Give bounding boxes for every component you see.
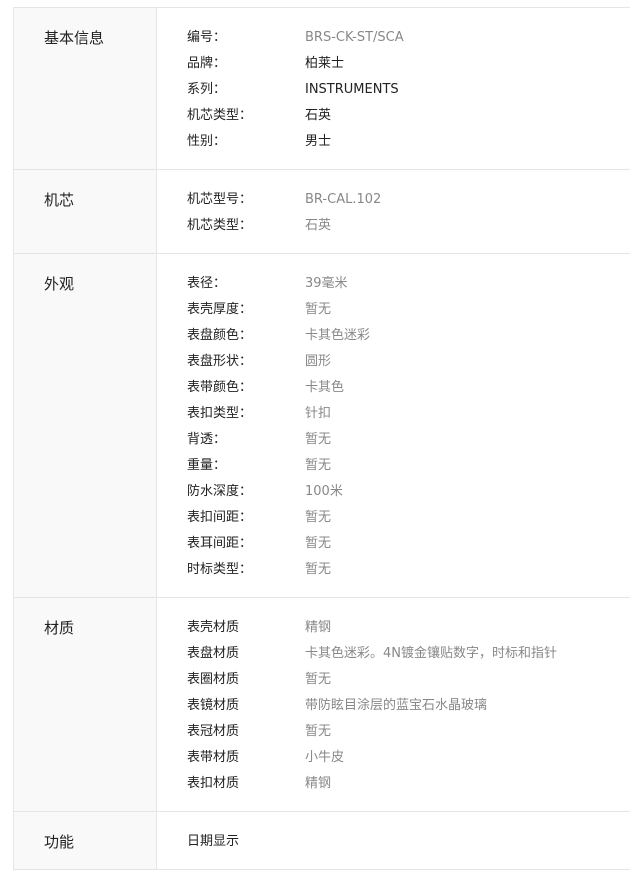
section-title: 机芯 bbox=[14, 170, 157, 253]
spec-label: 表盘材质 bbox=[187, 646, 240, 661]
spec-row: 性别： 男士 bbox=[187, 129, 630, 155]
section-body: 机芯型号： BR-CAL.102 机芯类型： 石英 bbox=[157, 170, 630, 253]
spec-label: 表径： bbox=[187, 276, 227, 291]
spec-section: 机芯 机芯型号： BR-CAL.102 机芯类型： 石英 bbox=[14, 170, 630, 254]
spec-row: 表扣间距： 暂无 bbox=[187, 505, 630, 531]
spec-label: 表冠材质 bbox=[187, 724, 240, 739]
spec-value: 暂无 bbox=[305, 536, 332, 551]
spec-row: 机芯类型： 石英 bbox=[187, 213, 630, 239]
spec-section: 外观 表径： 39毫米 表壳厚度： 暂无 表盘颜色： 卡其色迷彩 表盘形状： 圆形 表带颜色： 卡其… bbox=[14, 254, 630, 598]
section-body: 表壳材质 精钢 表盘材质 卡其色迷彩。4N镀金镶贴数字，时标和指针 表圈材质 暂无 表镜材质… bbox=[157, 598, 630, 811]
spec-value: 男士 bbox=[305, 134, 332, 149]
spec-label: 防水深度： bbox=[187, 484, 253, 499]
spec-value: 带防眩目涂层的蓝宝石水晶玻璃 bbox=[305, 698, 488, 713]
spec-label: 表壳材质 bbox=[187, 620, 240, 635]
spec-row: 编号： BRS-CK-ST/SCA bbox=[187, 25, 630, 51]
spec-row: 表带材质 小牛皮 bbox=[187, 745, 630, 771]
spec-row: 表耳间距： 暂无 bbox=[187, 531, 630, 557]
spec-section: 基本信息 编号： BRS-CK-ST/SCA 品牌： 柏莱士系列： INSTRUMENTS… bbox=[14, 8, 630, 170]
spec-value: 暂无 bbox=[305, 510, 332, 525]
spec-row: 表圈材质 暂无 bbox=[187, 667, 630, 693]
spec-value: 暂无 bbox=[305, 724, 332, 739]
spec-label: 表盘形状： bbox=[187, 354, 253, 369]
spec-label: 性别： bbox=[187, 134, 227, 149]
spec-label: 表带材质 bbox=[187, 750, 240, 765]
spec-row: 表壳厚度： 暂无 bbox=[187, 297, 630, 323]
spec-value: 暂无 bbox=[305, 672, 332, 687]
spec-row: 时标类型： 暂无 bbox=[187, 557, 630, 583]
spec-label: 机芯类型： bbox=[187, 218, 253, 233]
spec-label: 系列： bbox=[187, 82, 227, 97]
spec-value: 暂无 bbox=[305, 432, 332, 447]
spec-row: 机芯类型： 石英 bbox=[187, 103, 630, 129]
spec-value: 精钢 bbox=[305, 620, 332, 635]
spec-row: 品牌： 柏莱士 bbox=[187, 51, 630, 77]
spec-label: 背透： bbox=[187, 432, 227, 447]
spec-value: 100米 bbox=[305, 484, 343, 499]
spec-value: 针扣 bbox=[305, 406, 332, 421]
spec-value: 卡其色迷彩 bbox=[305, 328, 371, 343]
spec-label: 表扣间距： bbox=[187, 510, 253, 525]
spec-label: 机芯类型： bbox=[187, 108, 253, 123]
spec-label: 表扣类型： bbox=[187, 406, 253, 421]
spec-row: 机芯型号： BR-CAL.102 bbox=[187, 187, 630, 213]
spec-label: 表盘颜色： bbox=[187, 328, 253, 343]
spec-row: 重量： 暂无 bbox=[187, 453, 630, 479]
section-title: 材质 bbox=[14, 598, 157, 811]
spec-row: 防水深度： 100米 bbox=[187, 479, 630, 505]
spec-value: 暂无 bbox=[305, 562, 332, 577]
spec-label: 时标类型： bbox=[187, 562, 253, 577]
spec-row: 背透： 暂无 bbox=[187, 427, 630, 453]
spec-row: 表盘形状： 圆形 bbox=[187, 349, 630, 375]
spec-value: 39毫米 bbox=[305, 276, 348, 291]
spec-value: BRS-CK-ST/SCA bbox=[305, 30, 404, 45]
spec-value: 石英 bbox=[305, 108, 332, 123]
spec-row: 表盘颜色： 卡其色迷彩 bbox=[187, 323, 630, 349]
section-title: 基本信息 bbox=[14, 8, 157, 169]
spec-value: INSTRUMENTS bbox=[305, 82, 399, 97]
spec-table: 基本信息 编号： BRS-CK-ST/SCA 品牌： 柏莱士系列： INSTRUMENTS… bbox=[13, 7, 630, 870]
spec-value: BR-CAL.102 bbox=[305, 192, 382, 207]
section-body: 日期显示 bbox=[157, 812, 630, 869]
spec-value: 圆形 bbox=[305, 354, 332, 369]
spec-label: 表扣材质 bbox=[187, 776, 240, 791]
spec-label: 日期显示 bbox=[187, 834, 240, 849]
spec-label: 表圈材质 bbox=[187, 672, 240, 687]
spec-section: 功能 日期显示 bbox=[14, 812, 630, 870]
spec-value: 暂无 bbox=[305, 302, 332, 317]
spec-label: 表壳厚度： bbox=[187, 302, 253, 317]
spec-row: 表镜材质 带防眩目涂层的蓝宝石水晶玻璃 bbox=[187, 693, 630, 719]
spec-row: 系列： INSTRUMENTS bbox=[187, 77, 630, 103]
spec-value: 卡其色迷彩。4N镀金镶贴数字，时标和指针 bbox=[305, 646, 557, 661]
spec-value: 石英 bbox=[305, 218, 332, 233]
section-body: 表径： 39毫米 表壳厚度： 暂无 表盘颜色： 卡其色迷彩 表盘形状： 圆形 表带颜色： 卡其色表… bbox=[157, 254, 630, 597]
spec-value: 柏莱士 bbox=[305, 56, 345, 71]
spec-label: 表带颜色： bbox=[187, 380, 253, 395]
spec-label: 编号： bbox=[187, 30, 227, 45]
spec-value: 小牛皮 bbox=[305, 750, 345, 765]
spec-row: 日期显示 bbox=[187, 829, 630, 855]
spec-row: 表扣类型： 针扣 bbox=[187, 401, 630, 427]
spec-label: 机芯型号： bbox=[187, 192, 253, 207]
spec-label: 重量： bbox=[187, 458, 227, 473]
spec-row: 表冠材质 暂无 bbox=[187, 719, 630, 745]
spec-value: 卡其色 bbox=[305, 380, 345, 395]
section-title: 外观 bbox=[14, 254, 157, 597]
spec-label: 表镜材质 bbox=[187, 698, 240, 713]
spec-row: 表径： 39毫米 bbox=[187, 271, 630, 297]
spec-row: 表扣材质 精钢 bbox=[187, 771, 630, 797]
spec-row: 表带颜色： 卡其色 bbox=[187, 375, 630, 401]
section-title: 功能 bbox=[14, 812, 157, 869]
spec-label: 表耳间距： bbox=[187, 536, 253, 551]
section-body: 编号： BRS-CK-ST/SCA 品牌： 柏莱士系列： INSTRUMENTS 机芯类型… bbox=[157, 8, 630, 169]
spec-value: 暂无 bbox=[305, 458, 332, 473]
spec-row: 表盘材质 卡其色迷彩。4N镀金镶贴数字，时标和指针 bbox=[187, 641, 630, 667]
spec-row: 表壳材质 精钢 bbox=[187, 615, 630, 641]
spec-label: 品牌： bbox=[187, 56, 227, 71]
spec-section: 材质 表壳材质 精钢 表盘材质 卡其色迷彩。4N镀金镶贴数字，时标和指针 表圈材质 暂无 表镜… bbox=[14, 598, 630, 812]
spec-value: 精钢 bbox=[305, 776, 332, 791]
